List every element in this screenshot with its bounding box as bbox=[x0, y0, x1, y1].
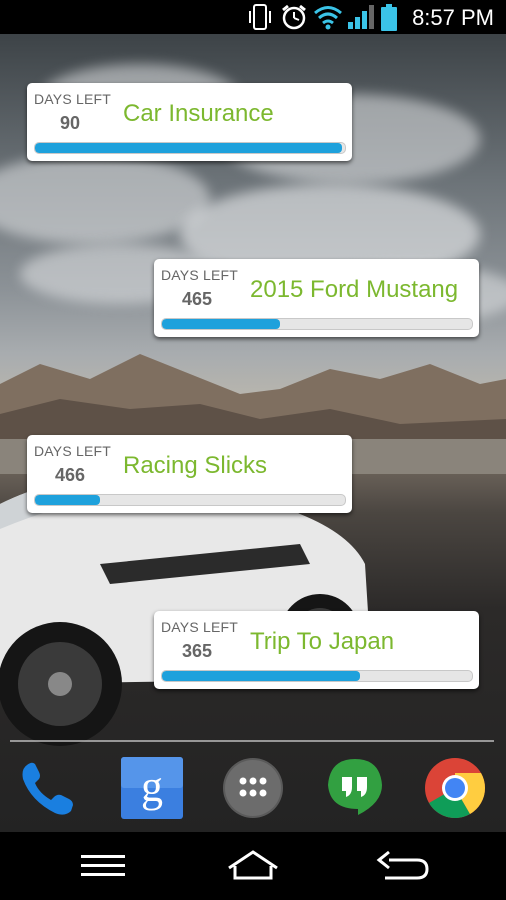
progress-bar bbox=[161, 670, 473, 682]
status-bar: 8:57 PM bbox=[0, 0, 506, 34]
days-left-value: 466 bbox=[54, 465, 86, 485]
navigation-bar bbox=[0, 832, 506, 900]
countdown-title: Trip To Japan bbox=[250, 628, 395, 655]
battery-icon bbox=[380, 4, 398, 37]
days-left-value: 90 bbox=[59, 113, 81, 133]
progress-fill bbox=[35, 143, 342, 153]
countdown-title: Racing Slicks bbox=[123, 452, 268, 479]
google-letter: g bbox=[141, 762, 163, 811]
countdown-title: 2015 Ford Mustang bbox=[250, 276, 459, 303]
progress-bar bbox=[34, 142, 346, 154]
alarm-icon bbox=[280, 4, 308, 35]
countdown-widget[interactable]: DAYS LEFT 466 Racing Slicks bbox=[27, 435, 352, 513]
days-left-value: 465 bbox=[181, 289, 213, 309]
days-left-label: DAYS LEFT bbox=[34, 443, 112, 459]
chrome-icon[interactable] bbox=[424, 757, 486, 819]
back-icon[interactable] bbox=[373, 846, 433, 886]
vibrate-icon bbox=[248, 4, 272, 35]
countdown-widget[interactable]: DAYS LEFT 465 2015 Ford Mustang bbox=[154, 259, 479, 337]
menu-icon[interactable] bbox=[73, 846, 133, 886]
days-left-value: 365 bbox=[181, 641, 213, 661]
dock-divider bbox=[10, 740, 494, 742]
hangouts-icon[interactable] bbox=[324, 757, 386, 819]
days-left-label: DAYS LEFT bbox=[161, 267, 239, 283]
progress-fill bbox=[162, 319, 280, 329]
days-left-label: DAYS LEFT bbox=[161, 619, 239, 635]
days-left-label: DAYS LEFT bbox=[34, 91, 112, 107]
progress-bar bbox=[34, 494, 346, 506]
app-drawer-icon[interactable] bbox=[222, 757, 284, 819]
progress-bar bbox=[161, 318, 473, 330]
countdown-widget[interactable]: DAYS LEFT 90 Car Insurance bbox=[27, 83, 352, 161]
wifi-icon bbox=[313, 4, 343, 35]
phone-icon[interactable] bbox=[17, 757, 79, 819]
progress-fill bbox=[35, 495, 101, 505]
progress-fill bbox=[162, 671, 361, 681]
countdown-title: Car Insurance bbox=[123, 100, 274, 127]
countdown-widget[interactable]: DAYS LEFT 365 Trip To Japan bbox=[154, 611, 479, 689]
status-time: 8:57 PM bbox=[412, 5, 494, 30]
signal-icon bbox=[347, 4, 375, 35]
home-icon[interactable] bbox=[223, 846, 283, 886]
google-search-icon[interactable]: g bbox=[121, 757, 183, 819]
